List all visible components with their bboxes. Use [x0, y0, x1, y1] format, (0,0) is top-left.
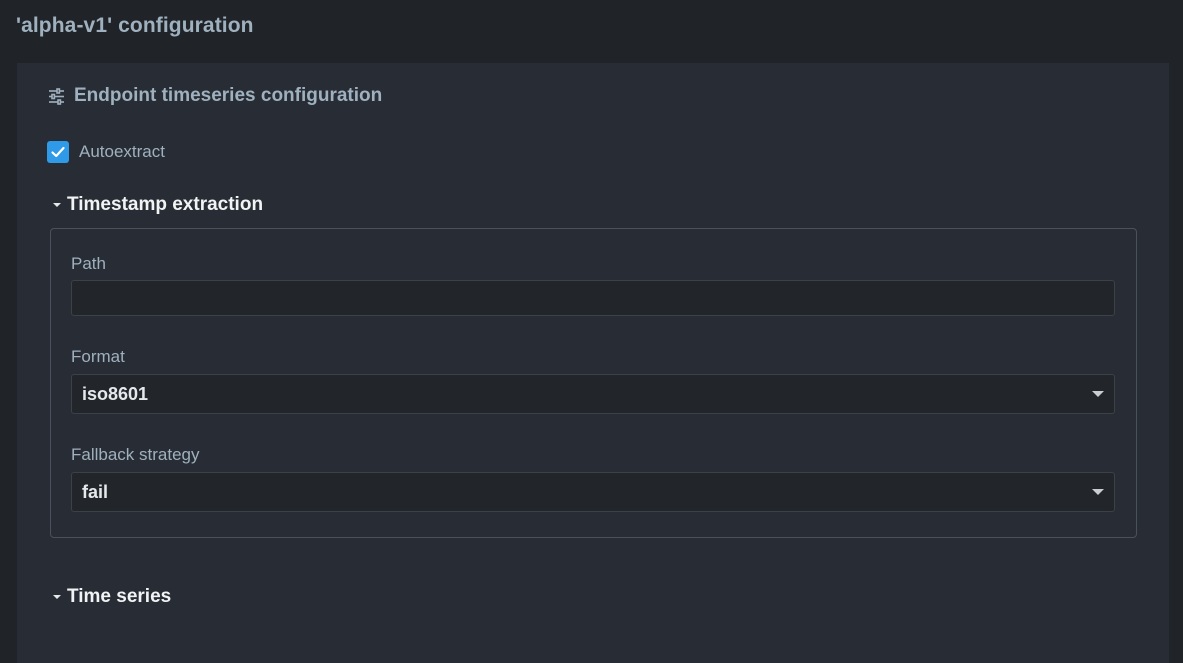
- timestamp-extraction-group: Path Format iso8601 Fallback strategy fa…: [50, 228, 1137, 538]
- config-panel: Endpoint timeseries configuration Autoex…: [17, 63, 1169, 663]
- dropdown-arrow-icon: [1092, 489, 1104, 495]
- format-select[interactable]: iso8601: [71, 374, 1115, 414]
- checkmark-icon: [51, 146, 65, 158]
- dropdown-arrow-icon: [1092, 391, 1104, 397]
- caret-down-icon: [53, 595, 61, 599]
- caret-down-icon: [53, 203, 61, 207]
- section-header: Endpoint timeseries configuration: [48, 85, 382, 107]
- format-label: Format: [71, 347, 125, 366]
- timestamp-extraction-title: Timestamp extraction: [67, 194, 264, 215]
- format-selected-value: iso8601: [82, 384, 149, 404]
- timestamp-extraction-toggle[interactable]: Timestamp extraction: [53, 194, 263, 216]
- fallback-strategy-label: Fallback strategy: [71, 445, 200, 464]
- sliders-icon: [49, 87, 64, 105]
- autoextract-checkbox-row[interactable]: Autoextract: [47, 141, 165, 163]
- fallback-strategy-select[interactable]: fail: [71, 472, 1115, 512]
- path-input[interactable]: [71, 280, 1115, 316]
- autoextract-label: Autoextract: [79, 142, 165, 161]
- page-title: 'alpha-v1' configuration: [16, 14, 254, 37]
- path-label: Path: [71, 254, 106, 273]
- autoextract-checkbox[interactable]: [47, 141, 69, 163]
- time-series-toggle[interactable]: Time series: [53, 586, 171, 608]
- time-series-title: Time series: [67, 586, 172, 607]
- section-title: Endpoint timeseries configuration: [74, 85, 383, 106]
- fallback-strategy-selected-value: fail: [82, 482, 109, 502]
